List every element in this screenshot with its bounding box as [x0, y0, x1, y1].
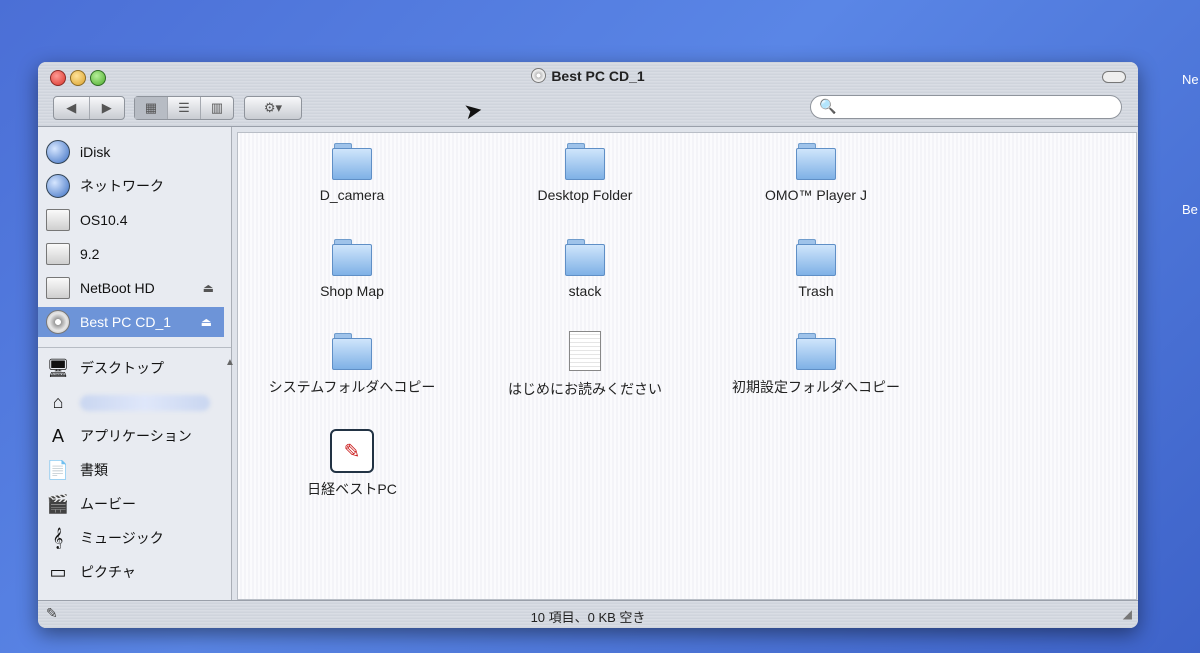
folder-item[interactable]: D_camera — [252, 141, 452, 203]
gear-icon: ⚙▾ — [263, 100, 283, 115]
sidebar-item-music[interactable]: 𝄞 ミュージック — [46, 523, 226, 553]
documents-icon: 📄 — [46, 459, 70, 480]
application-icon: ✎ — [330, 429, 374, 473]
network-icon — [46, 174, 70, 198]
toolbar-toggle-button[interactable] — [1102, 71, 1126, 83]
window-title-text: Best PC CD_1 — [551, 68, 645, 84]
sidebar-item-netboot[interactable]: NetBoot HD ⏏ — [46, 273, 226, 303]
forward-button[interactable]: ▶ — [90, 97, 125, 119]
view-buttons: ▦ ☰ ▥ — [134, 96, 234, 120]
item-label: OMO™ Player J — [765, 187, 867, 203]
item-label: D_camera — [319, 187, 385, 203]
sidebar-item-label: OS10.4 — [80, 212, 128, 228]
pictures-icon: ▭ — [49, 561, 67, 582]
redacted-home-label — [80, 395, 210, 411]
action-button[interactable]: ⚙▾ — [244, 96, 302, 120]
eject-icon[interactable]: ⏏ — [201, 315, 212, 329]
folder-icon — [332, 331, 372, 370]
cd-icon — [531, 68, 547, 83]
sidebar-item-label: iDisk — [80, 144, 111, 160]
sidebar-item-label: 書類 — [80, 462, 108, 478]
column-view-button[interactable]: ▥ — [201, 97, 233, 119]
desktop-label-2[interactable]: Be — [1182, 202, 1198, 217]
status-bar: ✎ 10 項目、0 KB 空き ◢ — [38, 600, 1138, 628]
folder-icon — [565, 237, 605, 276]
home-icon: ⌂ — [52, 391, 64, 412]
folder-icon — [332, 237, 372, 276]
folder-item[interactable]: stack — [485, 237, 685, 299]
sidebar-item-label: Best PC CD_1 — [80, 314, 172, 330]
sidebar-item-os104[interactable]: OS10.4 — [46, 205, 226, 235]
hard-disk-icon — [46, 276, 70, 300]
sidebar-item-92[interactable]: 9.2 — [46, 239, 226, 269]
movies-icon: 🎬 — [46, 493, 70, 514]
folder-item[interactable]: Trash — [716, 237, 916, 299]
folder-item[interactable]: Shop Map — [252, 237, 452, 299]
desktop-icon: 🖥 — [46, 357, 70, 378]
icon-view-button[interactable]: ▦ — [135, 97, 168, 119]
item-label: 日経ベストPC — [307, 481, 397, 497]
nav-buttons: ◀ ▶ — [53, 96, 125, 120]
music-icon: 𝄞 — [52, 527, 64, 548]
finder-window: Best PC CD_1 ◀ ▶ ▦ ☰ ▥ ⚙▾ 🔍 iDisk ネットワーク — [38, 62, 1138, 628]
sidebar-item-bestpc-cd[interactable]: Best PC CD_1 ⏏ — [38, 307, 224, 337]
sidebar-item-label: ピクチャ — [80, 564, 136, 580]
sidebar-item-label: 9.2 — [80, 246, 100, 262]
list-view-button[interactable]: ☰ — [168, 97, 201, 119]
eject-icon[interactable]: ⏏ — [203, 281, 214, 295]
item-label: Shop Map — [320, 283, 384, 299]
folder-icon — [332, 141, 372, 180]
sidebar-divider[interactable] — [38, 347, 231, 348]
item-label: システムフォルダへコピー — [268, 379, 436, 395]
folder-icon — [796, 237, 836, 276]
folder-icon — [796, 331, 836, 370]
item-label: 初期設定フォルダへコピー — [732, 379, 900, 395]
document-icon — [569, 331, 601, 371]
search-icon: 🔍 — [819, 98, 837, 114]
sidebar-item-network[interactable]: ネットワーク — [46, 171, 226, 201]
search-field[interactable]: 🔍 — [810, 95, 1122, 119]
resize-grip-icon[interactable]: ◢ — [1123, 607, 1132, 621]
sidebar-item-applications[interactable]: A アプリケーション — [46, 421, 226, 451]
title-bar[interactable]: Best PC CD_1 ◀ ▶ ▦ ☰ ▥ ⚙▾ 🔍 — [38, 62, 1138, 127]
sidebar-item-label: デスクトップ — [80, 360, 164, 376]
item-label: Trash — [798, 283, 834, 299]
app-item[interactable]: ✎ 日経ベストPC — [252, 429, 452, 499]
folder-icon — [796, 141, 836, 180]
sidebar-item-label: ムービー — [80, 496, 136, 512]
sidebar-item-movies[interactable]: 🎬 ムービー — [46, 489, 226, 519]
folder-item[interactable]: システムフォルダへコピー — [252, 331, 452, 397]
folder-icon — [565, 141, 605, 180]
back-button[interactable]: ◀ — [54, 97, 90, 119]
sidebar-item-desktop[interactable]: 🖥 デスクトップ — [46, 353, 226, 383]
cd-icon — [46, 310, 70, 334]
sidebar-item-documents[interactable]: 📄 書類 — [46, 455, 226, 485]
status-text: 10 項目、0 KB 空き — [530, 610, 646, 625]
folder-item[interactable]: 初期設定フォルダへコピー — [716, 331, 916, 397]
hard-disk-icon — [46, 208, 70, 232]
folder-item[interactable]: Desktop Folder — [485, 141, 685, 203]
sidebar-item-label: ミュージック — [80, 530, 164, 546]
item-label: はじめにお読みください — [508, 381, 662, 397]
desktop-label-1[interactable]: Ne — [1182, 72, 1199, 87]
sidebar-item-label: ネットワーク — [80, 178, 164, 194]
folder-item[interactable]: OMO™ Player J — [716, 141, 916, 203]
item-label: Desktop Folder — [537, 187, 633, 203]
document-item[interactable]: はじめにお読みください — [485, 331, 685, 399]
item-label: stack — [568, 283, 602, 299]
window-title: Best PC CD_1 — [38, 68, 1138, 84]
sidebar-item-label: NetBoot HD — [80, 280, 155, 296]
sidebar-item-label: アプリケーション — [80, 428, 192, 444]
sidebar-item-idisk[interactable]: iDisk — [46, 137, 226, 167]
search-input[interactable] — [839, 99, 1113, 116]
scroll-up-arrow[interactable]: ▲ — [225, 357, 235, 368]
sidebar: iDisk ネットワーク OS10.4 9.2 NetBoot HD ⏏ Bes… — [38, 127, 235, 600]
idisk-icon — [46, 140, 70, 164]
hard-disk-icon — [46, 242, 70, 266]
sidebar-item-pictures[interactable]: ▭ ピクチャ — [46, 557, 226, 587]
file-browser[interactable]: D_camera Desktop Folder OMO™ Player J Sh… — [237, 132, 1137, 600]
applications-icon: A — [51, 425, 64, 446]
